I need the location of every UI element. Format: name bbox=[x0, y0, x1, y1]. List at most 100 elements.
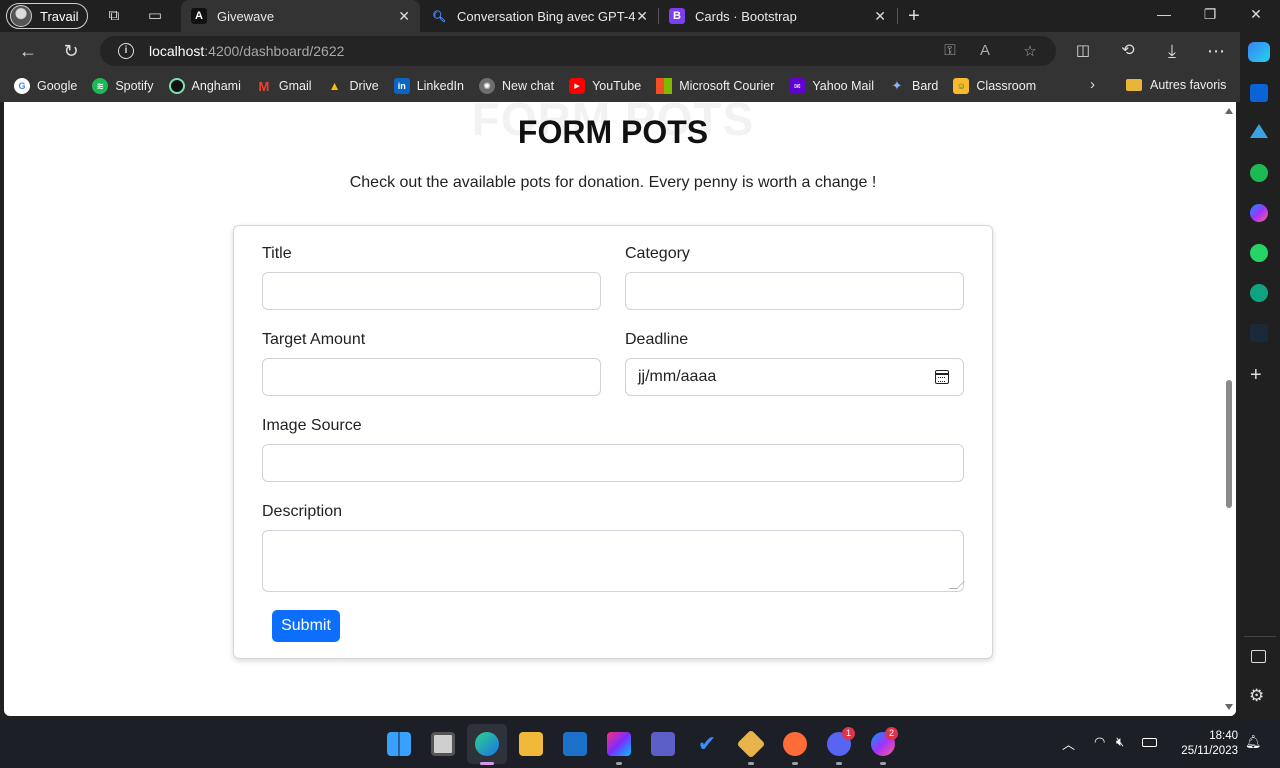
tab-givewave[interactable]: A Givewave ✕ bbox=[181, 0, 420, 32]
bookmark-new-chat[interactable]: ✺ New chat bbox=[478, 78, 554, 94]
deadline-input[interactable]: jj/mm/aaaa bbox=[625, 358, 964, 396]
description-textarea[interactable] bbox=[262, 530, 965, 592]
new-tab-icon[interactable]: + bbox=[904, 6, 924, 26]
add-sidebar-app-icon[interactable]: + bbox=[1250, 364, 1262, 387]
scroll-down-icon[interactable] bbox=[1225, 704, 1233, 710]
notification-bell-icon[interactable]: 🔔︎ bbox=[1245, 734, 1262, 750]
tab-label: Conversation Bing avec GPT-4 bbox=[457, 8, 636, 24]
profile-name: Travail bbox=[40, 8, 79, 24]
tab-bing[interactable]: 🔍︎ Conversation Bing avec GPT-4 ✕ bbox=[421, 0, 658, 32]
key-icon[interactable]: ⚿ bbox=[941, 42, 959, 59]
bookmark-bard[interactable]: ✦ Bard bbox=[889, 78, 939, 94]
app-shortcut-icon[interactable] bbox=[1250, 324, 1268, 342]
teams-icon[interactable] bbox=[651, 732, 675, 756]
calendar-icon[interactable] bbox=[935, 370, 949, 384]
avatar bbox=[10, 5, 32, 27]
start-windows-icon[interactable] bbox=[387, 732, 411, 756]
battery-icon[interactable] bbox=[1142, 738, 1157, 747]
discord-notification-badge: 1 bbox=[842, 727, 855, 740]
url-text[interactable]: localhost:4200/dashboard/2622 bbox=[149, 43, 344, 59]
bing-search-icon: 🔍︎ bbox=[432, 10, 446, 23]
title-label: Title bbox=[262, 245, 292, 262]
bookmark-yahoo-mail[interactable]: ✉ Yahoo Mail bbox=[789, 78, 874, 94]
bookmark-spotify[interactable]: ≋ Spotify bbox=[92, 78, 154, 94]
messenger-icon[interactable] bbox=[1250, 204, 1268, 222]
profile-button[interactable]: Travail bbox=[6, 3, 88, 29]
refresh-icon[interactable]: ↻ bbox=[60, 40, 82, 62]
running-indicator bbox=[748, 762, 754, 765]
image-source-label: Image Source bbox=[262, 417, 362, 434]
file-explorer-icon[interactable] bbox=[519, 732, 543, 756]
split-screen-icon[interactable]: ◫ bbox=[1072, 40, 1094, 62]
anghami-icon bbox=[168, 78, 185, 94]
postman-icon[interactable] bbox=[783, 732, 807, 756]
target-amount-input[interactable] bbox=[262, 358, 601, 396]
git-kraken-icon[interactable] bbox=[736, 729, 766, 759]
favorite-star-icon[interactable]: ☆ bbox=[1021, 42, 1039, 60]
bookmark-linkedin[interactable]: in LinkedIn bbox=[393, 78, 464, 94]
chevron-right-icon[interactable]: › bbox=[1090, 76, 1095, 93]
tab-bootstrap[interactable]: B Cards · Bootstrap ✕ bbox=[659, 0, 896, 32]
gmail-icon: M bbox=[258, 78, 270, 94]
close-window-icon[interactable]: ✕ bbox=[1246, 6, 1266, 23]
back-icon[interactable]: ← bbox=[17, 40, 39, 62]
bookmark-gmail[interactable]: M Gmail bbox=[256, 78, 311, 94]
chatgpt-icon[interactable] bbox=[1250, 284, 1268, 302]
bookmarks-bar: G Google ≋ Spotify Anghami M Gmail ▲ Drive i… bbox=[0, 70, 1240, 102]
bookmark-drive[interactable]: ▲ Drive bbox=[327, 78, 379, 94]
category-label: Category bbox=[625, 245, 690, 262]
close-tab-icon[interactable]: ✕ bbox=[398, 8, 410, 25]
tray-chevron-up-icon[interactable]: ︿ bbox=[1062, 734, 1075, 753]
bard-sparkle-icon: ✦ bbox=[891, 78, 903, 93]
intellij-icon[interactable] bbox=[607, 732, 631, 756]
bookmark-anghami[interactable]: Anghami bbox=[168, 78, 241, 94]
classroom-icon: ☺ bbox=[953, 78, 970, 94]
todo-check-icon[interactable]: ✔ bbox=[695, 732, 719, 756]
telegram-icon[interactable] bbox=[1250, 124, 1268, 138]
tab-strip: Travail ⧉ ▭ A Givewave ✕ 🔍︎ Conversation… bbox=[0, 0, 1280, 32]
spotify-icon: ≋ bbox=[92, 78, 109, 94]
workspaces-icon[interactable]: ⧉ bbox=[104, 6, 124, 26]
downloads-icon[interactable]: ⤓ bbox=[1161, 40, 1183, 62]
address-bar[interactable]: i localhost:4200/dashboard/2622 ⚿ A ☆ bbox=[100, 36, 1056, 66]
mail-icon[interactable] bbox=[563, 732, 587, 756]
settings-gear-icon[interactable]: ⚙ bbox=[1249, 686, 1264, 706]
hide-sidebar-icon[interactable] bbox=[1251, 650, 1266, 663]
folder-icon bbox=[1126, 79, 1142, 91]
more-menu-icon[interactable]: ⋯ bbox=[1205, 40, 1227, 62]
read-aloud-icon[interactable]: A bbox=[976, 42, 994, 59]
restore-icon[interactable]: ❐ bbox=[1200, 6, 1220, 23]
category-input[interactable] bbox=[625, 272, 964, 310]
whatsapp-icon[interactable] bbox=[1250, 244, 1268, 262]
task-view-icon[interactable] bbox=[431, 732, 455, 756]
edge-browser-icon[interactable] bbox=[475, 732, 499, 756]
bookmark-classroom[interactable]: ☺ Classroom bbox=[953, 78, 1036, 94]
outlook-icon[interactable] bbox=[1250, 84, 1268, 102]
resize-handle-icon[interactable] bbox=[949, 581, 965, 589]
close-tab-icon[interactable]: ✕ bbox=[636, 8, 648, 25]
drive-icon: ▲ bbox=[328, 79, 341, 93]
clock-date: 25/11/2023 bbox=[1181, 745, 1238, 757]
other-favorites[interactable]: Autres favoris bbox=[1126, 78, 1226, 92]
bookmark-google[interactable]: G Google bbox=[14, 78, 77, 94]
scroll-up-icon[interactable] bbox=[1225, 108, 1233, 114]
tab-actions-icon[interactable]: ▭ bbox=[145, 6, 165, 26]
scrollbar[interactable] bbox=[1222, 102, 1236, 716]
running-indicator bbox=[836, 762, 842, 765]
bookmark-youtube[interactable]: ▶ YouTube bbox=[569, 78, 641, 94]
bookmark-microsoft-courier[interactable]: Microsoft Courier bbox=[656, 78, 774, 94]
image-source-group: Image Source bbox=[262, 417, 964, 482]
spotify-icon[interactable] bbox=[1250, 164, 1268, 182]
title-input[interactable] bbox=[262, 272, 601, 310]
minimize-icon[interactable]: — bbox=[1154, 6, 1174, 22]
history-icon[interactable]: ⟲ bbox=[1117, 40, 1139, 62]
scrollbar-thumb[interactable] bbox=[1226, 380, 1232, 508]
close-tab-icon[interactable]: ✕ bbox=[874, 8, 886, 25]
copilot-icon[interactable] bbox=[1248, 42, 1270, 62]
volume-muted-icon[interactable]: 🔇︎ bbox=[1116, 734, 1124, 750]
submit-button[interactable]: Submit bbox=[272, 610, 340, 642]
image-source-input[interactable] bbox=[262, 444, 964, 482]
site-info-icon[interactable]: i bbox=[118, 43, 134, 59]
wifi-icon[interactable]: ◠ bbox=[1094, 734, 1105, 750]
system-clock[interactable]: 18:40 25/11/2023 bbox=[1168, 729, 1238, 759]
